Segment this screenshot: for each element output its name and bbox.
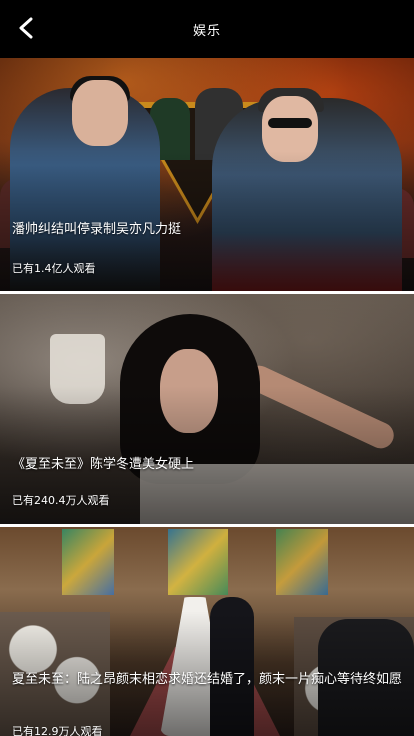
top-bar: 娱乐: [0, 0, 414, 58]
video-card[interactable]: 潘帅纠结叫停录制吴亦凡力挺 已有1.4亿人观看: [0, 58, 414, 291]
video-card[interactable]: 夏至未至：陆之昂颜末相恋求婚还结婚了，颜末一片痴心等待终如愿 已有12.9万人观…: [0, 527, 414, 736]
page-title: 娱乐: [192, 24, 221, 39]
video-feed: 潘帅纠结叫停录制吴亦凡力挺 已有1.4亿人观看 《夏至未至》陈学冬遭美女硬上 已…: [0, 58, 414, 736]
video-title: 潘帅纠结叫停录制吴亦凡力挺: [12, 222, 182, 237]
video-title: 夏至未至：陆之昂颜末相恋求婚还结婚了，颜末一片痴心等待终如愿: [12, 672, 403, 687]
view-count: 已有12.9万人观看: [12, 725, 103, 736]
view-count: 已有1.4亿人观看: [12, 262, 96, 275]
video-card[interactable]: 《夏至未至》陈学冬遭美女硬上 已有240.4万人观看: [0, 294, 414, 524]
video-title: 《夏至未至》陈学冬遭美女硬上: [12, 457, 195, 472]
view-count: 已有240.4万人观看: [12, 494, 110, 507]
